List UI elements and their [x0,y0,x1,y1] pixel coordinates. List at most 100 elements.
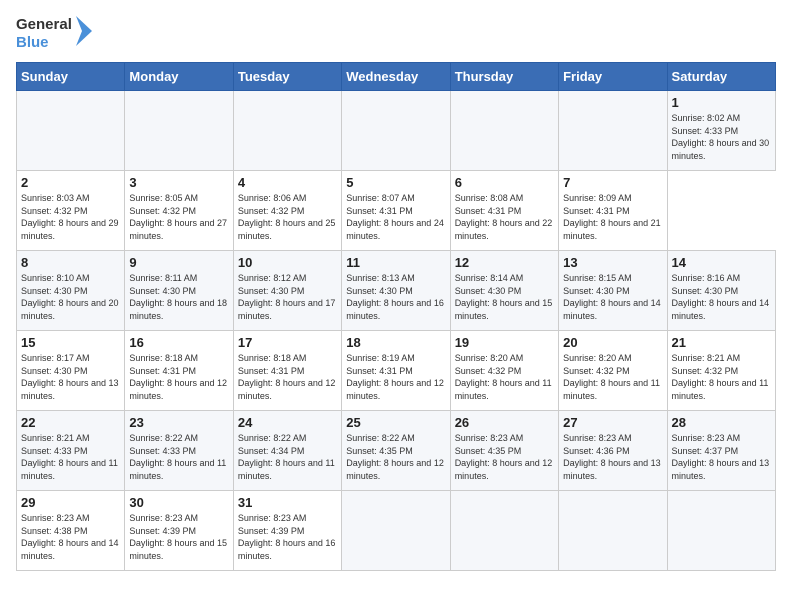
day-info: Sunrise: 8:07 AMSunset: 4:31 PMDaylight:… [346,192,445,242]
day-number: 10 [238,255,337,270]
day-cell-30: 30Sunrise: 8:23 AMSunset: 4:39 PMDayligh… [125,491,233,571]
empty-cell [342,91,450,171]
day-cell-3: 3 Sunrise: 8:05 AMSunset: 4:32 PMDaylight… [125,171,233,251]
day-cell-21: 21 Sunrise: 8:21 AMSunset: 4:32 PMDayligh… [667,331,775,411]
day-number: 19 [455,335,554,350]
logo-blue: Blue [16,34,72,52]
day-cell-12: 12 Sunrise: 8:14 AMSunset: 4:30 PMDayligh… [450,251,558,331]
day-number: 18 [346,335,445,350]
day-number: 22 [21,415,120,430]
day-info: Sunrise: 8:22 AMSunset: 4:33 PMDaylight:… [129,432,228,482]
day-number: 12 [455,255,554,270]
day-info: Sunrise: 8:12 AMSunset: 4:30 PMDaylight:… [238,272,337,322]
empty-cell [559,91,667,171]
day-info: Sunrise: 8:08 AMSunset: 4:31 PMDaylight:… [455,192,554,242]
empty-cell [667,491,775,571]
day-number: 4 [238,175,337,190]
empty-cell [125,91,233,171]
day-number: 16 [129,335,228,350]
day-cell-4: 4 Sunrise: 8:06 AMSunset: 4:32 PMDaylight… [233,171,341,251]
day-info: Sunrise: 8:22 AMSunset: 4:34 PMDaylight:… [238,432,337,482]
day-number: 14 [672,255,771,270]
calendar-body: 1Sunrise: 8:02 AMSunset: 4:33 PMDaylight… [17,91,776,571]
day-info: Sunrise: 8:13 AMSunset: 4:30 PMDaylight:… [346,272,445,322]
day-info: Sunrise: 8:06 AMSunset: 4:32 PMDaylight:… [238,192,337,242]
day-info: Sunrise: 8:17 AMSunset: 4:30 PMDaylight:… [21,352,120,402]
day-number: 6 [455,175,554,190]
day-number: 17 [238,335,337,350]
day-cell-29: 29Sunrise: 8:23 AMSunset: 4:38 PMDayligh… [17,491,125,571]
day-cell-1: 1Sunrise: 8:02 AMSunset: 4:33 PMDaylight… [667,91,775,171]
day-info: Sunrise: 8:05 AMSunset: 4:32 PMDaylight:… [129,192,228,242]
day-number: 20 [563,335,662,350]
day-header-tuesday: Tuesday [233,63,341,91]
day-cell-15: 15Sunrise: 8:17 AMSunset: 4:30 PMDayligh… [17,331,125,411]
day-cell-16: 16Sunrise: 8:18 AMSunset: 4:31 PMDayligh… [125,331,233,411]
day-cell-28: 28 Sunrise: 8:23 AMSunset: 4:37 PMDayligh… [667,411,775,491]
day-number: 26 [455,415,554,430]
logo-arrow-icon [76,16,98,46]
day-number: 7 [563,175,662,190]
day-number: 9 [129,255,228,270]
day-info: Sunrise: 8:20 AMSunset: 4:32 PMDaylight:… [563,352,662,402]
day-number: 3 [129,175,228,190]
empty-cell [450,91,558,171]
day-header-thursday: Thursday [450,63,558,91]
day-header-wednesday: Wednesday [342,63,450,91]
day-info: Sunrise: 8:22 AMSunset: 4:35 PMDaylight:… [346,432,445,482]
day-cell-18: 18 Sunrise: 8:19 AMSunset: 4:31 PMDayligh… [342,331,450,411]
empty-cell [342,491,450,571]
day-cell-10: 10 Sunrise: 8:12 AMSunset: 4:30 PMDayligh… [233,251,341,331]
calendar-week-6: 29Sunrise: 8:23 AMSunset: 4:38 PMDayligh… [17,491,776,571]
day-number: 23 [129,415,228,430]
day-number: 5 [346,175,445,190]
day-info: Sunrise: 8:23 AMSunset: 4:39 PMDaylight:… [238,512,337,562]
day-info: Sunrise: 8:14 AMSunset: 4:30 PMDaylight:… [455,272,554,322]
day-cell-23: 23 Sunrise: 8:22 AMSunset: 4:33 PMDayligh… [125,411,233,491]
day-info: Sunrise: 8:23 AMSunset: 4:38 PMDaylight:… [21,512,120,562]
calendar-week-5: 22 Sunrise: 8:21 AMSunset: 4:33 PMDayligh… [17,411,776,491]
day-info: Sunrise: 8:23 AMSunset: 4:39 PMDaylight:… [129,512,228,562]
empty-cell [17,91,125,171]
day-cell-14: 14 Sunrise: 8:16 AMSunset: 4:30 PMDayligh… [667,251,775,331]
day-number: 25 [346,415,445,430]
day-number: 2 [21,175,120,190]
empty-cell [450,491,558,571]
day-number: 27 [563,415,662,430]
day-info: Sunrise: 8:20 AMSunset: 4:32 PMDaylight:… [455,352,554,402]
day-cell-9: 9 Sunrise: 8:11 AMSunset: 4:30 PMDaylight… [125,251,233,331]
empty-cell [233,91,341,171]
calendar-week-4: 15Sunrise: 8:17 AMSunset: 4:30 PMDayligh… [17,331,776,411]
day-info: Sunrise: 8:23 AMSunset: 4:35 PMDaylight:… [455,432,554,482]
day-info: Sunrise: 8:19 AMSunset: 4:31 PMDaylight:… [346,352,445,402]
day-info: Sunrise: 8:16 AMSunset: 4:30 PMDaylight:… [672,272,771,322]
day-cell-13: 13Sunrise: 8:15 AMSunset: 4:30 PMDayligh… [559,251,667,331]
day-number: 8 [21,255,120,270]
day-number: 28 [672,415,771,430]
day-cell-22: 22 Sunrise: 8:21 AMSunset: 4:33 PMDayligh… [17,411,125,491]
day-info: Sunrise: 8:21 AMSunset: 4:33 PMDaylight:… [21,432,120,482]
calendar-week-3: 8Sunrise: 8:10 AMSunset: 4:30 PMDaylight… [17,251,776,331]
day-info: Sunrise: 8:09 AMSunset: 4:31 PMDaylight:… [563,192,662,242]
logo: General Blue [16,16,98,52]
logo-general: General [16,16,72,34]
day-number: 1 [672,95,771,110]
day-cell-26: 26 Sunrise: 8:23 AMSunset: 4:35 PMDayligh… [450,411,558,491]
day-info: Sunrise: 8:11 AMSunset: 4:30 PMDaylight:… [129,272,228,322]
day-number: 21 [672,335,771,350]
day-number: 24 [238,415,337,430]
empty-cell [559,491,667,571]
calendar-table: SundayMondayTuesdayWednesdayThursdayFrid… [16,62,776,571]
calendar-week-2: 2Sunrise: 8:03 AMSunset: 4:32 PMDaylight… [17,171,776,251]
day-cell-7: 7 Sunrise: 8:09 AMSunset: 4:31 PMDaylight… [559,171,667,251]
day-info: Sunrise: 8:21 AMSunset: 4:32 PMDaylight:… [672,352,771,402]
day-header-sunday: Sunday [17,63,125,91]
day-cell-2: 2Sunrise: 8:03 AMSunset: 4:32 PMDaylight… [17,171,125,251]
day-cell-27: 27Sunrise: 8:23 AMSunset: 4:36 PMDayligh… [559,411,667,491]
day-info: Sunrise: 8:18 AMSunset: 4:31 PMDaylight:… [238,352,337,402]
day-cell-6: 6 Sunrise: 8:08 AMSunset: 4:31 PMDaylight… [450,171,558,251]
day-header-saturday: Saturday [667,63,775,91]
calendar-week-1: 1Sunrise: 8:02 AMSunset: 4:33 PMDaylight… [17,91,776,171]
day-info: Sunrise: 8:15 AMSunset: 4:30 PMDaylight:… [563,272,662,322]
day-info: Sunrise: 8:23 AMSunset: 4:37 PMDaylight:… [672,432,771,482]
